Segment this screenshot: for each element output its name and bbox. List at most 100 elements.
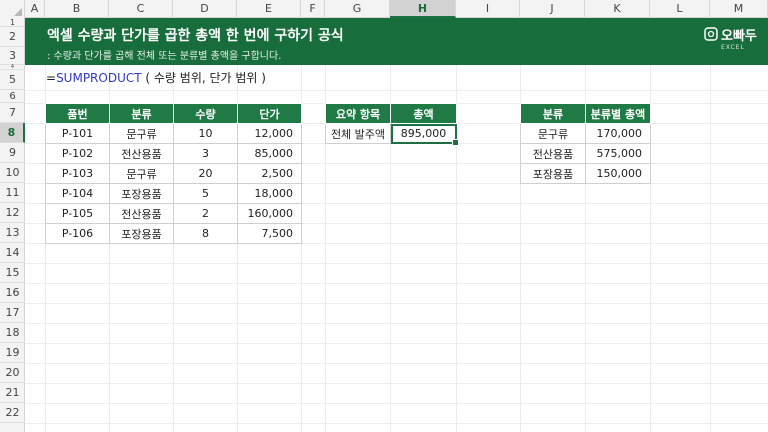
- gridline: [25, 323, 768, 324]
- active-cell-total-amount[interactable]: 895,000: [390, 123, 460, 147]
- row-header-2[interactable]: 2: [0, 27, 25, 47]
- formula-arguments: ( 수량 범위, 단가 범위 ): [141, 71, 266, 85]
- table-row: P-105 전산용품 2 160,000: [45, 203, 302, 224]
- gridline: [25, 263, 768, 264]
- table-header-row: 품번 분류 수량 단가: [45, 103, 302, 124]
- cell[interactable]: P-104: [45, 183, 110, 204]
- cell[interactable]: 10: [173, 123, 238, 144]
- table-row: 전체 발주액 895,000: [325, 123, 460, 147]
- row-header-8[interactable]: 8: [0, 123, 25, 143]
- column-header-e[interactable]: E: [237, 0, 301, 18]
- cell[interactable]: P-101: [45, 123, 110, 144]
- column-header-d[interactable]: D: [173, 0, 237, 18]
- row-header-13[interactable]: 13: [0, 223, 25, 243]
- header-cell-item-no[interactable]: 품번: [45, 103, 110, 124]
- cell[interactable]: 8: [173, 223, 238, 244]
- column-header-c[interactable]: C: [109, 0, 173, 18]
- column-header-f[interactable]: F: [301, 0, 325, 18]
- cell[interactable]: 7,500: [237, 223, 302, 244]
- header-cell-category-total[interactable]: 분류별 총액: [585, 103, 651, 124]
- header-cell-summary-item[interactable]: 요약 항목: [325, 103, 391, 124]
- cell[interactable]: 20: [173, 163, 238, 184]
- row-header-16[interactable]: 16: [0, 283, 25, 303]
- items-table: 품번 분류 수량 단가 P-101 문구류 10 12,000 P-102 전산…: [45, 103, 302, 244]
- cell[interactable]: 160,000: [237, 203, 302, 224]
- column-header-b[interactable]: B: [45, 0, 109, 18]
- cell[interactable]: 18,000: [237, 183, 302, 204]
- banner-subtitle: : 수량과 단가를 곱해 전체 또는 분류별 총액을 구합니다.: [47, 51, 282, 62]
- row-header-10[interactable]: 10: [0, 163, 25, 183]
- row-header-12[interactable]: 12: [0, 203, 25, 223]
- gridline: [25, 423, 768, 424]
- cell[interactable]: 575,000: [585, 143, 651, 164]
- header-cell-category[interactable]: 분류: [109, 103, 174, 124]
- gridline: [25, 90, 768, 91]
- cell[interactable]: 전산용품: [109, 143, 174, 164]
- cell[interactable]: 문구류: [109, 123, 174, 144]
- cell[interactable]: 85,000: [237, 143, 302, 164]
- column-header-m[interactable]: M: [710, 0, 768, 18]
- column-header-g[interactable]: G: [325, 0, 390, 18]
- gridline: [25, 343, 768, 344]
- cell[interactable]: 전체 발주액: [325, 123, 391, 144]
- cell[interactable]: P-102: [45, 143, 110, 164]
- row-header-6[interactable]: 6: [0, 90, 25, 103]
- cell[interactable]: 포장용품: [109, 183, 174, 204]
- row-header-14[interactable]: 14: [0, 243, 25, 263]
- row-header-21[interactable]: 21: [0, 383, 25, 403]
- row-header-17[interactable]: 17: [0, 303, 25, 323]
- row-header-18[interactable]: 18: [0, 323, 25, 343]
- gridline: [25, 283, 768, 284]
- cell[interactable]: 5: [173, 183, 238, 204]
- header-cell-quantity[interactable]: 수량: [173, 103, 238, 124]
- gridline: [710, 18, 711, 432]
- logo-subtext: EXCEL: [721, 44, 745, 51]
- table-header-row: 요약 항목 총액: [325, 103, 457, 124]
- row-header-11[interactable]: 11: [0, 183, 25, 203]
- gridline: [25, 363, 768, 364]
- gridline: [585, 18, 586, 432]
- row-header-7[interactable]: 7: [0, 103, 25, 123]
- cell[interactable]: 전산용품: [520, 143, 586, 164]
- header-cell-unit-price[interactable]: 단가: [237, 103, 302, 124]
- column-header-a[interactable]: A: [25, 0, 45, 18]
- cell[interactable]: 2,500: [237, 163, 302, 184]
- select-all-corner[interactable]: [0, 0, 25, 18]
- column-header-j[interactable]: J: [520, 0, 585, 18]
- summary-table: 요약 항목 총액 전체 발주액 895,000: [325, 103, 460, 147]
- row-header-19[interactable]: 19: [0, 343, 25, 363]
- row-header-5[interactable]: 5: [0, 70, 25, 90]
- row-header-22[interactable]: 22: [0, 403, 25, 423]
- gridline: [456, 18, 457, 432]
- cell[interactable]: 문구류: [520, 123, 586, 144]
- gridline: [25, 383, 768, 384]
- column-header-l[interactable]: L: [650, 0, 710, 18]
- cell[interactable]: 전산용품: [109, 203, 174, 224]
- row-header-9[interactable]: 9: [0, 143, 25, 163]
- gridline: [325, 18, 326, 432]
- cell[interactable]: 170,000: [585, 123, 651, 144]
- cell[interactable]: 150,000: [585, 163, 651, 184]
- column-header-i[interactable]: I: [456, 0, 520, 18]
- row-header-1[interactable]: 1: [0, 18, 25, 27]
- row-header-15[interactable]: 15: [0, 263, 25, 283]
- cell[interactable]: 포장용품: [520, 163, 586, 184]
- formula-text: =SUMPRODUCT ( 수량 범위, 단가 범위 ): [46, 69, 266, 87]
- row-header-3[interactable]: 3: [0, 47, 25, 65]
- cell[interactable]: 3: [173, 143, 238, 164]
- table-row: P-104 포장용품 5 18,000: [45, 183, 302, 204]
- row-header-20[interactable]: 20: [0, 363, 25, 383]
- header-cell-category[interactable]: 분류: [520, 103, 586, 124]
- table-header-row: 분류 분류별 총액: [520, 103, 651, 124]
- cell[interactable]: P-103: [45, 163, 110, 184]
- header-cell-total[interactable]: 총액: [390, 103, 457, 124]
- cell[interactable]: 12,000: [237, 123, 302, 144]
- cell[interactable]: 포장용품: [109, 223, 174, 244]
- cell[interactable]: 2: [173, 203, 238, 224]
- column-header-h[interactable]: H: [390, 0, 456, 18]
- table-row: 문구류 170,000: [520, 123, 651, 144]
- column-header-k[interactable]: K: [585, 0, 650, 18]
- cell[interactable]: P-106: [45, 223, 110, 244]
- cell[interactable]: 문구류: [109, 163, 174, 184]
- cell[interactable]: P-105: [45, 203, 110, 224]
